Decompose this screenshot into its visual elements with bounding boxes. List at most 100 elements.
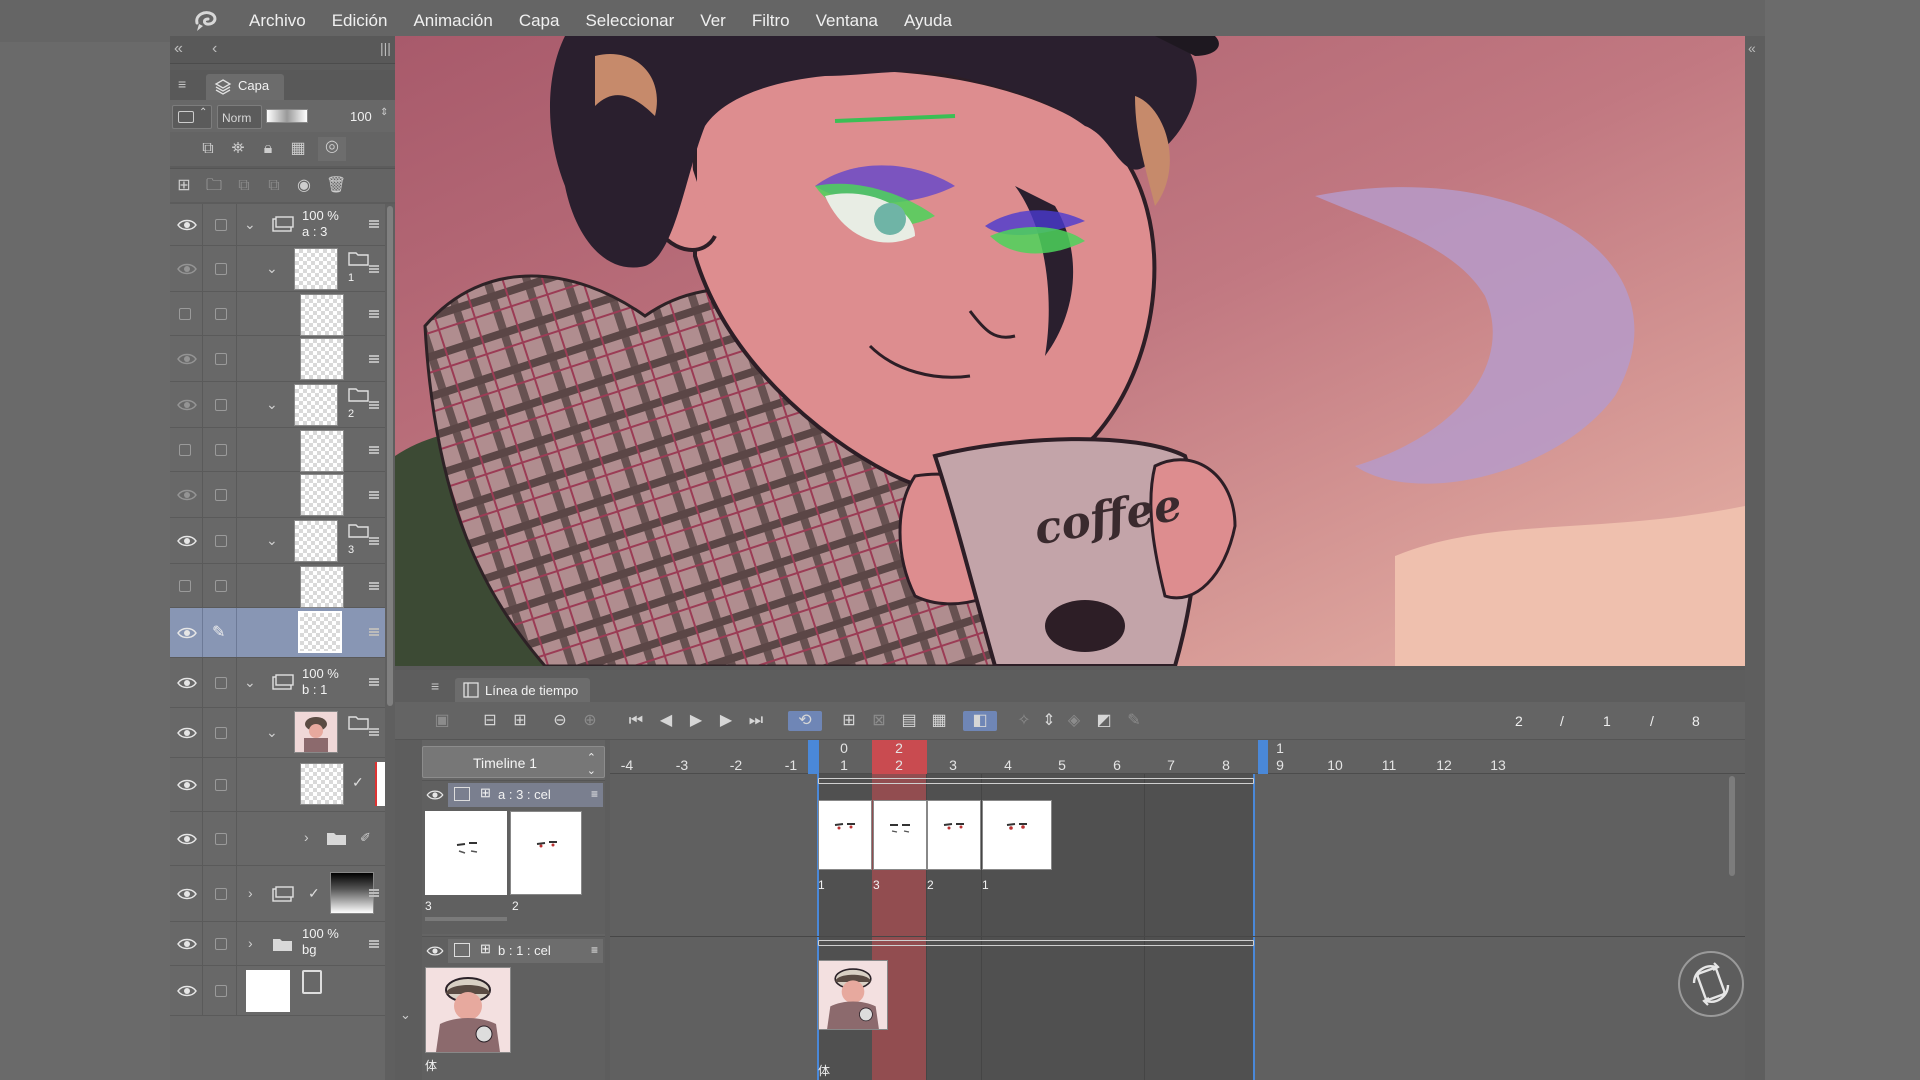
layer-item-selected[interactable]: ✎: [170, 608, 385, 658]
delete-cel-icon[interactable]: ⊠: [868, 711, 890, 731]
new-folder-icon[interactable]: 🗀: [204, 176, 224, 196]
timeline-cel-1[interactable]: [818, 800, 872, 870]
visibility-eye-icon[interactable]: [426, 789, 444, 801]
layer-folder-a3[interactable]: ⌄ 100 % a : 3: [170, 204, 385, 246]
new-cel-icon[interactable]: ⊞: [838, 711, 860, 731]
visibility-eye-icon[interactable]: [177, 218, 197, 232]
layer-row-menu-icon[interactable]: [369, 582, 379, 590]
opacity-slider[interactable]: [266, 109, 308, 123]
layer-folder-1[interactable]: ⌄ 1: [170, 246, 385, 292]
zoom-in-icon[interactable]: ⊕: [579, 711, 601, 731]
layer-checkbox[interactable]: [215, 489, 227, 501]
layer-row-menu-icon[interactable]: [369, 889, 379, 897]
menu-ayuda[interactable]: Ayuda: [891, 11, 965, 31]
expand-chevron-icon[interactable]: ⌄: [266, 724, 278, 741]
interpolation-icon[interactable]: ◈: [1063, 711, 1085, 731]
opacity-value[interactable]: 100: [350, 109, 372, 124]
layer-checkbox[interactable]: [215, 399, 227, 411]
expand-chevron-right-icon[interactable]: ›: [248, 885, 253, 901]
layer-checkbox[interactable]: [215, 938, 227, 950]
layer-folder-bg[interactable]: › 100 % bg: [170, 922, 385, 966]
layer-folder-2[interactable]: ⌄ 2: [170, 382, 385, 428]
timeline-menu-icon[interactable]: ≡: [431, 678, 439, 694]
collapse-all-icon[interactable]: «: [174, 40, 183, 58]
track-b-header[interactable]: ⊞ b : 1 : cel ≡: [448, 939, 603, 963]
layer-checkbox[interactable]: [215, 779, 227, 791]
layer-checkbox[interactable]: [215, 535, 227, 547]
layer-checkbox[interactable]: [215, 444, 227, 456]
transfer-down-icon[interactable]: ⧉: [234, 176, 254, 196]
layer-checkbox[interactable]: [215, 353, 227, 365]
timeline-cel-2[interactable]: [927, 800, 981, 870]
timeline-vscroll[interactable]: [1729, 776, 1735, 876]
keyframe-stepper-icon[interactable]: ⇕: [1038, 711, 1060, 731]
layer-item-lineart[interactable]: ✓: [170, 758, 385, 812]
delete-layer-icon[interactable]: 🗑︎: [326, 176, 346, 196]
layer-row-menu-icon[interactable]: [369, 728, 379, 736]
layer-checkbox[interactable]: [215, 308, 227, 320]
layer-item[interactable]: [170, 336, 385, 382]
track-menu-icon[interactable]: ≡: [591, 943, 598, 957]
visibility-eye-icon[interactable]: [426, 945, 444, 957]
timeline-cel-1b[interactable]: [982, 800, 1052, 870]
track-menu-icon[interactable]: ≡: [591, 787, 598, 801]
layer-checkbox[interactable]: [215, 888, 227, 900]
menu-filtro[interactable]: Filtro: [739, 11, 803, 31]
layer-item[interactable]: [170, 292, 385, 336]
layer-mask-icon[interactable]: ◉: [294, 176, 314, 196]
mask-enable-icon[interactable]: ◎: [318, 137, 346, 161]
expand-chevron-right-icon[interactable]: ›: [304, 829, 309, 845]
layer-checkbox[interactable]: [215, 985, 227, 997]
specify-cel-icon[interactable]: ▤: [898, 711, 920, 731]
new-timeline-icon[interactable]: ▣: [431, 711, 453, 731]
expand-right-panel-icon[interactable]: «: [1748, 40, 1756, 56]
visibility-eye-icon[interactable]: [177, 626, 197, 640]
layer-list-scrollbar[interactable]: [385, 204, 395, 1080]
thumb-cel-3[interactable]: [425, 811, 507, 895]
layer-checkbox[interactable]: [215, 727, 227, 739]
app-logo-icon[interactable]: [193, 9, 219, 33]
visibility-eye-icon[interactable]: [177, 832, 197, 846]
pencil-icon[interactable]: ✎: [1123, 711, 1145, 731]
visibility-eye-icon[interactable]: [177, 726, 197, 740]
scroll-down-chevron-icon[interactable]: ⌄: [400, 1007, 411, 1023]
new-raster-layer-icon[interactable]: ⊞: [174, 176, 194, 196]
tab-capa[interactable]: Capa: [206, 74, 284, 100]
last-frame-icon[interactable]: ⏭: [745, 711, 767, 731]
track-expand-icon[interactable]: ⊞: [480, 941, 491, 957]
layer-folder-3[interactable]: ⌄ 3: [170, 518, 385, 564]
layer-folder-collapsed[interactable]: › ✐: [170, 812, 385, 866]
visibility-eye-icon[interactable]: [177, 937, 197, 951]
layer-item[interactable]: [170, 564, 385, 608]
layer-checkbox[interactable]: [215, 677, 227, 689]
thumb-cel-body[interactable]: [425, 967, 511, 1053]
track-b[interactable]: ⊞ b : 1 : cel ≡ 体 ⌄: [400, 936, 605, 1080]
menu-ventana[interactable]: Ventana: [803, 11, 891, 31]
timeline-cel-3[interactable]: [873, 800, 927, 870]
track-a[interactable]: ⊞ a : 3 : cel ≡ 3 2: [422, 780, 605, 934]
visibility-off-box[interactable]: [179, 308, 191, 320]
layer-row-menu-icon[interactable]: [369, 265, 379, 273]
collapse-left-icon[interactable]: ‹: [212, 40, 217, 58]
track-a-range-bar[interactable]: [818, 778, 1254, 784]
layer-row-menu-icon[interactable]: [369, 628, 379, 636]
layer-row-menu-icon[interactable]: [369, 220, 379, 228]
visibility-eye-icon[interactable]: [177, 778, 197, 792]
layer-gradient[interactable]: › ✓: [170, 866, 385, 922]
panel-menu-icon[interactable]: ≡: [178, 76, 186, 92]
blend-mode-select[interactable]: Norm: [217, 105, 262, 129]
layer-item[interactable]: [170, 472, 385, 518]
visibility-eye-icon[interactable]: [177, 488, 197, 502]
layer-folder-b1[interactable]: ⌄ 100 % b : 1: [170, 658, 385, 708]
layer-row-menu-icon[interactable]: [369, 446, 379, 454]
timeline-frame-grid[interactable]: 0 2 1 -4 -3 -2 -1 1 2 3 4 5 6 7 8 9 10 1…: [610, 740, 1745, 1080]
reference-layer-icon[interactable]: ⛯: [228, 139, 248, 159]
expand-chevron-right-icon[interactable]: ›: [248, 935, 253, 951]
zoom-out-icon[interactable]: ⊖: [549, 711, 571, 731]
loop-playback-icon[interactable]: ⟲: [788, 711, 822, 731]
clip-layer-icon[interactable]: ⧉: [198, 139, 218, 159]
panel-grip-icon[interactable]: |||: [380, 40, 391, 56]
frame-range-icon[interactable]: ⊟: [479, 711, 501, 731]
menu-animacion[interactable]: Animación: [400, 11, 505, 31]
add-frame-icon[interactable]: ⊞: [509, 711, 531, 731]
